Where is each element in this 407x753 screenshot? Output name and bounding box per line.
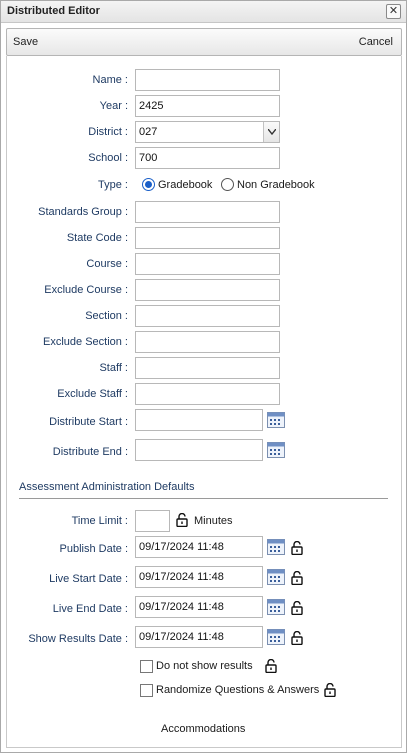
type-non-gradebook-label: Non Gradebook [237, 179, 315, 191]
time-limit-field[interactable] [135, 510, 170, 532]
assessment-defaults-heading: Assessment Administration Defaults [19, 481, 195, 493]
live-end-date-calendar-icon[interactable] [266, 597, 286, 617]
distribute-start-field[interactable] [135, 409, 263, 431]
cancel-button[interactable]: Cancel [359, 36, 393, 48]
window-title: Distributed Editor [7, 5, 100, 17]
show-results-date-lock-icon[interactable] [291, 630, 303, 646]
type-gradebook-radio[interactable] [142, 178, 155, 191]
name-label: Name : [92, 74, 128, 86]
live-start-date-calendar-icon[interactable] [266, 567, 286, 587]
exclude-staff-field[interactable] [135, 383, 280, 405]
randomize-checkbox[interactable] [140, 684, 153, 697]
section-label: Section : [85, 310, 128, 322]
form-area: Name : Year : 2425 District : 027 School… [6, 56, 402, 748]
type-gradebook-label: Gradebook [158, 179, 213, 191]
district-select[interactable]: 027 [135, 121, 280, 143]
show-results-date-field[interactable]: 09/17/2024 11:48 [135, 626, 263, 648]
state-code-field[interactable] [135, 227, 280, 249]
district-label: District : [88, 126, 128, 138]
close-icon: ✕ [388, 5, 399, 17]
district-value: 027 [139, 126, 158, 138]
state-code-label: State Code : [66, 232, 128, 244]
live-start-date-label: Live Start Date : [49, 573, 128, 585]
year-label: Year : [99, 100, 128, 112]
year-field[interactable]: 2425 [135, 95, 280, 117]
chevron-down-icon[interactable] [263, 122, 279, 142]
distribute-end-calendar-icon[interactable] [266, 440, 286, 460]
live-start-date-field[interactable]: 09/17/2024 11:48 [135, 566, 263, 588]
live-end-date-field[interactable]: 09/17/2024 11:48 [135, 596, 263, 618]
school-field[interactable]: 700 [135, 147, 280, 169]
show-results-date-label: Show Results Date : [28, 633, 128, 645]
distributed-editor-dialog: Distributed Editor ✕ Save Cancel Name : … [0, 0, 407, 753]
course-label: Course : [86, 258, 128, 270]
staff-field[interactable] [135, 357, 280, 379]
accommodations-heading: Accommodations [161, 723, 246, 735]
time-limit-lock-icon[interactable] [176, 512, 188, 528]
publish-date-lock-icon[interactable] [291, 540, 303, 556]
randomize-lock-icon[interactable] [324, 682, 336, 698]
publish-date-calendar-icon[interactable] [266, 537, 286, 557]
title-bar: Distributed Editor ✕ [1, 1, 406, 23]
standards-group-field[interactable] [135, 201, 280, 223]
live-end-date-lock-icon[interactable] [291, 600, 303, 616]
section-field[interactable] [135, 305, 280, 327]
save-button[interactable]: Save [13, 36, 38, 48]
show-results-date-calendar-icon[interactable] [266, 627, 286, 647]
distribute-end-field[interactable] [135, 439, 263, 461]
close-button[interactable]: ✕ [386, 4, 401, 19]
course-field[interactable] [135, 253, 280, 275]
distribute-start-calendar-icon[interactable] [266, 410, 286, 430]
section-divider [19, 498, 388, 499]
standards-group-label: Standards Group : [38, 206, 128, 218]
live-start-date-lock-icon[interactable] [291, 570, 303, 586]
exclude-section-label: Exclude Section : [43, 336, 128, 348]
distribute-end-label: Distribute End : [52, 446, 128, 458]
type-non-gradebook-radio[interactable] [221, 178, 234, 191]
toolbar: Save Cancel [6, 28, 402, 56]
do-not-show-results-checkbox[interactable] [140, 660, 153, 673]
staff-label: Staff : [99, 362, 128, 374]
exclude-course-label: Exclude Course : [44, 284, 128, 296]
exclude-staff-label: Exclude Staff : [57, 388, 128, 400]
do-not-show-results-label: Do not show results [156, 660, 253, 672]
live-end-date-label: Live End Date : [52, 603, 128, 615]
randomize-label: Randomize Questions & Answers [156, 684, 320, 696]
publish-date-field[interactable]: 09/17/2024 11:48 [135, 536, 263, 558]
do-not-show-results-lock-icon[interactable] [265, 658, 277, 674]
school-label: School : [88, 152, 128, 164]
exclude-course-field[interactable] [135, 279, 280, 301]
time-limit-unit: Minutes [194, 515, 233, 527]
time-limit-label: Time Limit : [71, 515, 128, 527]
distribute-start-label: Distribute Start : [49, 416, 128, 428]
type-label: Type : [98, 179, 128, 191]
exclude-section-field[interactable] [135, 331, 280, 353]
name-field[interactable] [135, 69, 280, 91]
publish-date-label: Publish Date : [59, 543, 128, 555]
